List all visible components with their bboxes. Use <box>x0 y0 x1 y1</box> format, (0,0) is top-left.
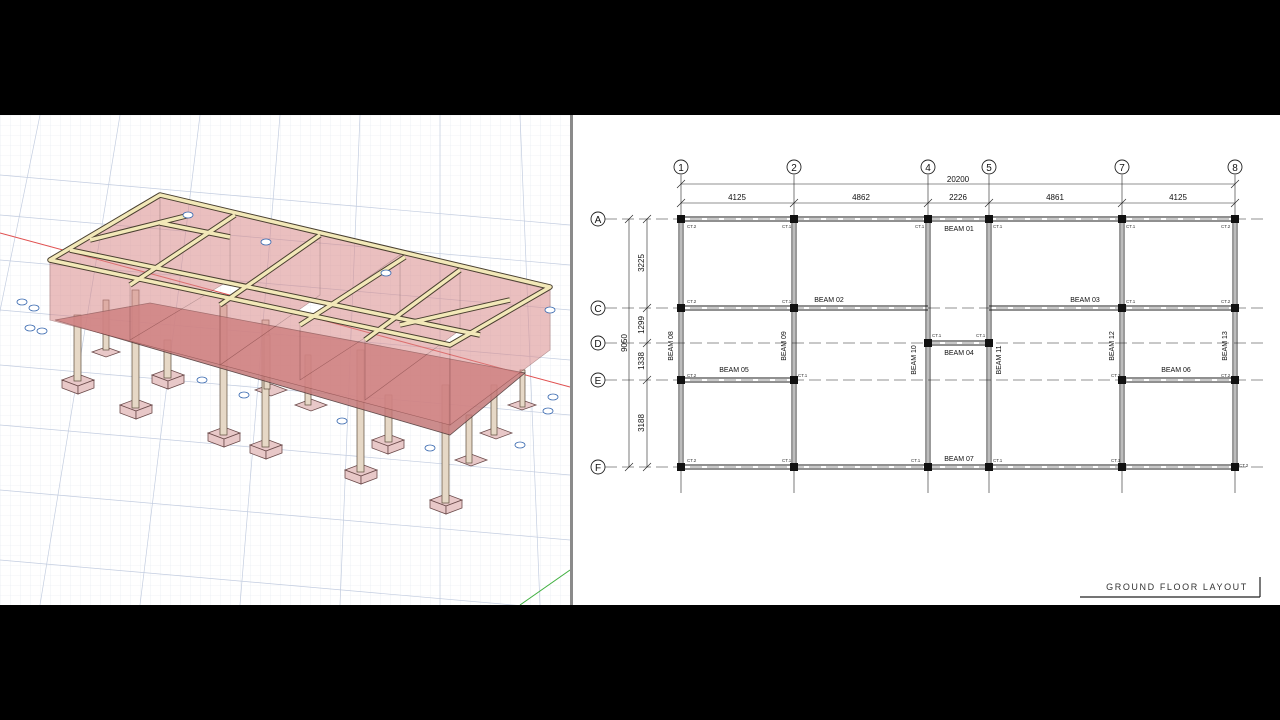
floor-plan-canvas: 1 2 4 5 7 8 A C D E F 20200 4125 4862 22… <box>590 159 1263 598</box>
column-tag: CT.2 <box>687 458 697 463</box>
column-tag: CT.2 <box>1239 463 1249 468</box>
dim-span-7-8: 4125 <box>1169 193 1187 202</box>
column-tag: CT.1 <box>782 299 792 304</box>
beam-label-08: BEAM 08 <box>668 331 675 361</box>
3d-model-canvas[interactable] <box>0 115 570 605</box>
beam-label-03: BEAM 03 <box>1070 297 1100 304</box>
grid-bubble-col-2: 2 <box>786 159 802 493</box>
grid-bubble-col-4: 4 <box>920 159 936 493</box>
column-tag: CT.2 <box>687 299 697 304</box>
beam-label-02: BEAM 02 <box>814 297 844 304</box>
column-tag: CT.1 <box>932 333 942 338</box>
beam-label-11: BEAM 11 <box>996 345 1003 374</box>
grid-column-bubbles: 1 2 4 5 7 8 <box>673 159 1243 493</box>
column-tag: CT.2 <box>1221 299 1231 304</box>
column-tag: CT.2 <box>687 373 697 378</box>
dim-span-e-f: 3188 <box>637 414 646 432</box>
column-tag: CT.1 <box>993 458 1003 463</box>
column-tag: CT.2 <box>687 224 697 229</box>
column-tag: CT.1 <box>1111 458 1121 463</box>
floor-plan-view[interactable]: 1 2 4 5 7 8 A C D E F 20200 4125 4862 22… <box>573 115 1280 605</box>
column-tags: CT.2 CT.1 CT.1 CT.1 CT.1 CT.2 CT.2 CT.1 … <box>687 224 1249 468</box>
column-tag: CT.2 <box>1221 373 1231 378</box>
beam-label-04: BEAM 04 <box>944 350 974 357</box>
column-tag: CT.1 <box>993 224 1003 229</box>
beam-label-05: BEAM 05 <box>719 367 749 374</box>
grid-bubble-col-8: 8 <box>1227 159 1243 493</box>
beam-label-13: BEAM 13 <box>1222 331 1229 361</box>
dim-span-5-7: 4861 <box>1046 193 1064 202</box>
dim-span-d-e: 1338 <box>637 352 646 370</box>
grid-bubble-col-1: 1 <box>673 159 689 493</box>
column-tag: CT.1 <box>911 458 921 463</box>
grid-label-col-7: 7 <box>1119 163 1125 174</box>
dim-total-height: 9050 <box>620 334 629 352</box>
column-tag: CT.1 <box>782 224 792 229</box>
dim-span-1-2: 4125 <box>728 193 746 202</box>
beam-label-10: BEAM 10 <box>911 345 918 375</box>
grid-label-row-d: D <box>594 339 601 350</box>
grid-label-row-e: E <box>595 376 602 387</box>
grid-label-row-a: A <box>595 215 602 226</box>
dim-span-a-c: 3225 <box>637 254 646 272</box>
grid-label-col-8: 8 <box>1232 163 1238 174</box>
grid-bubble-col-7: 7 <box>1114 159 1130 493</box>
grid-label-col-5: 5 <box>986 163 992 174</box>
grid-label-row-c: C <box>594 304 601 315</box>
beam-label-06: BEAM 06 <box>1161 367 1191 374</box>
grid-label-col-4: 4 <box>925 163 931 174</box>
top-letterbox <box>0 0 1280 115</box>
dim-total-width: 20200 <box>947 175 970 184</box>
dim-span-c-d: 1299 <box>637 316 646 334</box>
column-tag: CT.1 <box>1126 224 1136 229</box>
column-tag: CT.1 <box>798 373 808 378</box>
column-tag: CT.1 <box>976 333 986 338</box>
title-block: GROUND FLOOR LAYOUT <box>1080 577 1261 598</box>
column-tag: CT.1 <box>782 458 792 463</box>
dim-span-2-4: 4862 <box>852 193 870 202</box>
beam-label-09: BEAM 09 <box>781 331 788 361</box>
beam-label-07: BEAM 07 <box>944 456 974 463</box>
column-tag: CT.1 <box>1111 373 1121 378</box>
beam-label-01: BEAM 01 <box>944 226 974 233</box>
grid-label-col-1: 1 <box>678 163 684 174</box>
column-tag: CT.1 <box>1126 299 1136 304</box>
grid-label-col-2: 2 <box>791 163 797 174</box>
grid-label-row-f: F <box>595 463 601 474</box>
dim-span-4-5: 2226 <box>949 193 967 202</box>
column-tag: CT.1 <box>915 224 925 229</box>
3d-model-viewport[interactable] <box>0 115 570 605</box>
bottom-letterbox <box>0 605 1280 720</box>
beam-label-12: BEAM 12 <box>1109 331 1116 361</box>
grid-bubble-col-5: 5 <box>981 159 997 493</box>
column-tag: CT.2 <box>1221 224 1231 229</box>
plan-title: GROUND FLOOR LAYOUT <box>1106 582 1248 592</box>
